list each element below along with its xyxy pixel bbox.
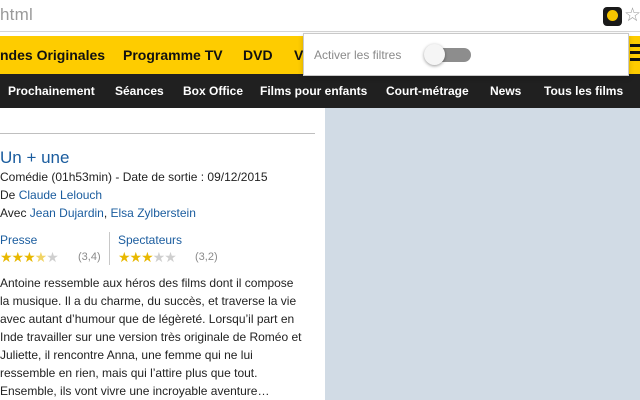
subnav-tous-les-films[interactable]: Tous les films: [544, 84, 623, 98]
filter-toggle-knob[interactable]: [424, 44, 445, 65]
spectators-stars: ★★★★★: [118, 249, 177, 265]
press-rating-label[interactable]: Presse: [0, 233, 37, 247]
synopsis-line: la musique. Il a du charme, du succès, e…: [0, 294, 297, 308]
movie-cast-line: Avec Jean Dujardin, Elsa Zylberstein: [0, 206, 196, 220]
movie-title[interactable]: Un + une: [0, 148, 69, 168]
content-divider: [0, 133, 315, 134]
filter-popup: Activer les filtres: [303, 33, 629, 76]
synopsis-line: ressemble en rien, mais qui l’attire plu…: [0, 366, 258, 380]
spectators-score: (3,2): [195, 251, 218, 263]
cast-separator: ,: [103, 206, 111, 220]
nav-item-originales[interactable]: ndes Originales: [0, 47, 105, 63]
filter-label: Activer les filtres: [314, 48, 402, 62]
spectators-rating-label[interactable]: Spectateurs: [118, 233, 182, 247]
press-score: (3,4): [78, 251, 101, 263]
movie-synopsis: Antoine ressemble aux héros des films do…: [0, 274, 315, 400]
subnav-news[interactable]: News: [490, 84, 521, 98]
address-bar[interactable]: html ☆: [0, 0, 640, 32]
url-text[interactable]: html: [0, 5, 33, 25]
rating-separator: [109, 232, 110, 265]
synopsis-line: Inde travailler sur une version très ori…: [0, 330, 302, 344]
subnav-films-enfants[interactable]: Films pour enfants: [260, 84, 367, 98]
nav-item-dvd[interactable]: DVD: [243, 47, 273, 63]
director-link[interactable]: Claude Lelouch: [19, 188, 102, 202]
press-stars: ★★★★★: [0, 249, 59, 265]
nav-item-v[interactable]: V: [294, 47, 303, 63]
hamburger-menu-icon[interactable]: [630, 44, 640, 66]
movie-director-line: De Claude Lelouch: [0, 188, 102, 202]
subnav-box-office[interactable]: Box Office: [183, 84, 243, 98]
synopsis-line: Ensemble, ils vont vivre une incroyable …: [0, 384, 270, 398]
subnav-seances[interactable]: Séances: [115, 84, 164, 98]
movie-genre-line: Comédie (01h53min) - Date de sortie : 09…: [0, 170, 268, 184]
synopsis-line: avec autant d’humour que de légèreté. Lo…: [0, 312, 295, 326]
subnav-prochainement[interactable]: Prochainement: [8, 84, 95, 98]
side-panel: [325, 108, 640, 400]
actor-link-2[interactable]: Elsa Zylberstein: [111, 206, 196, 220]
extension-icon-face: [607, 10, 618, 21]
secondary-nav: Prochainement Séances Box Office Films p…: [0, 74, 640, 108]
director-prefix: De: [0, 188, 19, 202]
synopsis-line: Juliette, il rencontre Anna, une femme q…: [0, 348, 253, 362]
extension-icon[interactable]: [603, 7, 622, 26]
synopsis-line: Antoine ressemble aux héros des films do…: [0, 276, 294, 290]
subnav-court-metrage[interactable]: Court-métrage: [386, 84, 469, 98]
cast-prefix: Avec: [0, 206, 30, 220]
nav-item-programme-tv[interactable]: Programme TV: [123, 47, 223, 63]
star-icon[interactable]: ☆: [624, 4, 640, 27]
actor-link-1[interactable]: Jean Dujardin: [30, 206, 104, 220]
